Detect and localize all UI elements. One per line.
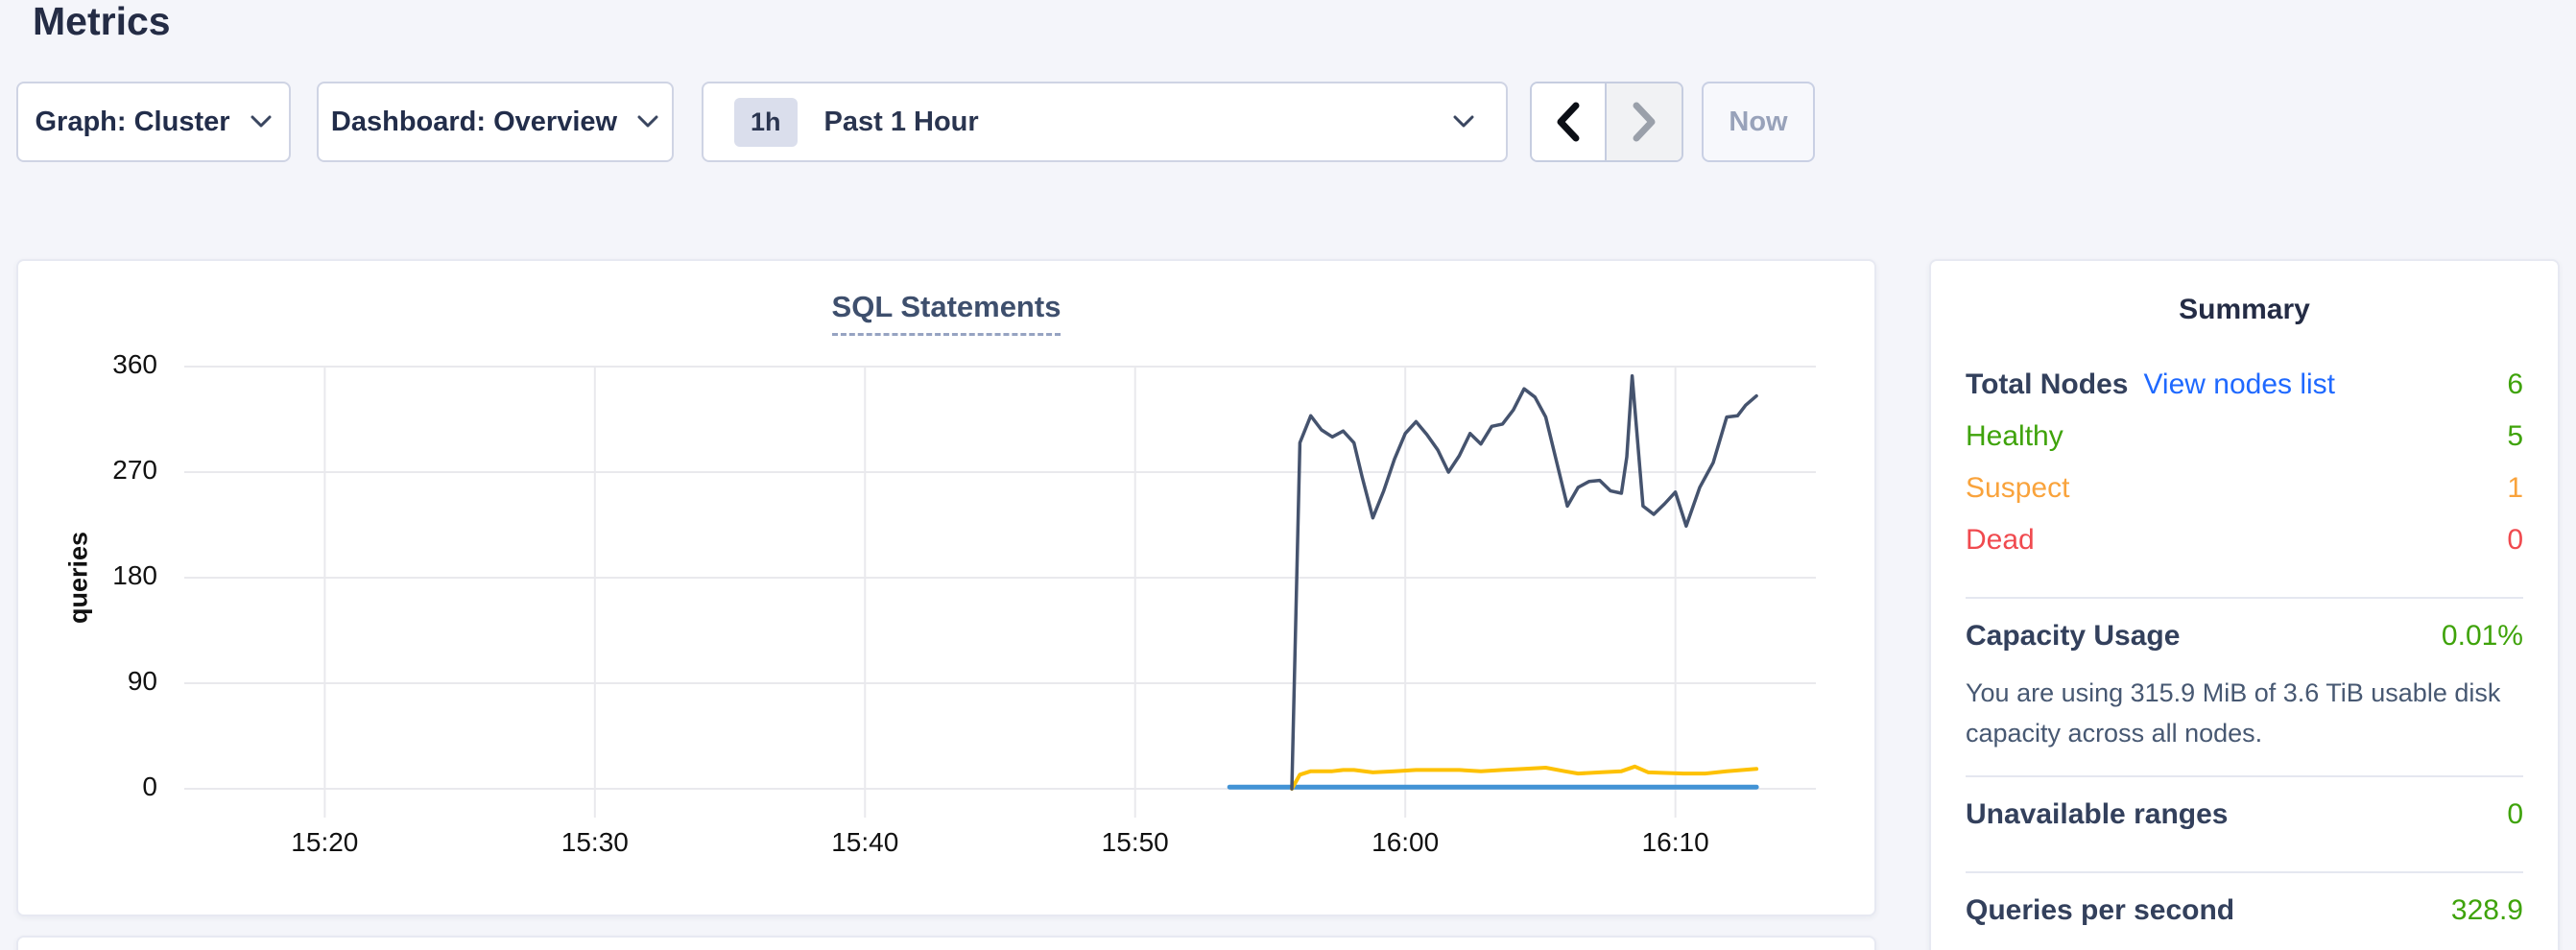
chevron-down-icon [1452, 114, 1475, 130]
suspect-value: 1 [2507, 472, 2523, 505]
queries-per-second-value: 328.9 [2451, 894, 2523, 927]
x-tick-label: 15:40 [807, 827, 922, 858]
x-tick-label: 15:20 [267, 827, 382, 858]
healthy-label: Healthy [1966, 420, 2063, 453]
chart-title-wrap: SQL Statements [18, 290, 1874, 336]
capacity-usage-row: Capacity Usage 0.01% [1966, 620, 2523, 672]
y-tick-label: 0 [71, 772, 157, 802]
x-tick-label: 16:10 [1618, 827, 1733, 858]
dead-value: 0 [2507, 524, 2523, 557]
chevron-down-icon [636, 114, 659, 130]
now-button-label: Now [1729, 107, 1787, 138]
unavailable-ranges-row: Unavailable ranges 0 [1966, 798, 2523, 850]
dashboard-dropdown[interactable]: Dashboard: Overview [317, 82, 674, 162]
healthy-value: 5 [2507, 420, 2523, 453]
summary-title: Summary [1966, 294, 2523, 326]
chevron-down-icon [250, 114, 273, 130]
x-tick-label: 15:50 [1078, 827, 1193, 858]
chart-line-dark [1292, 376, 1756, 789]
capacity-usage-value: 0.01% [2442, 620, 2523, 653]
total-nodes-value: 6 [2507, 368, 2523, 401]
dead-nodes-row: Dead 0 [1966, 524, 2523, 576]
chevron-right-icon [1632, 102, 1657, 142]
now-button[interactable]: Now [1702, 82, 1815, 162]
divider [1966, 871, 2523, 873]
total-nodes-label: Total Nodes [1966, 368, 2128, 401]
suspect-label: Suspect [1966, 472, 2069, 505]
chevron-left-icon [1556, 102, 1581, 142]
y-tick-label: 90 [71, 666, 157, 697]
divider [1966, 775, 2523, 777]
capacity-usage-description: You are using 315.9 MiB of 3.6 TiB usabl… [1966, 674, 2523, 754]
step-forward-button-disabled[interactable] [1607, 83, 1682, 160]
page-title: Metrics [33, 0, 171, 43]
y-tick-label: 360 [71, 349, 157, 380]
queries-per-second-label: Queries per second [1966, 894, 2234, 927]
next-chart-card [16, 936, 1876, 950]
y-tick-label: 270 [71, 455, 157, 486]
graph-dropdown[interactable]: Graph: Cluster [16, 82, 291, 162]
x-tick-label: 16:00 [1348, 827, 1463, 858]
healthy-nodes-row: Healthy 5 [1966, 420, 2523, 472]
summary-panel: Summary Total Nodes View nodes list 6 He… [1929, 259, 2560, 950]
suspect-nodes-row: Suspect 1 [1966, 472, 2523, 524]
capacity-usage-label: Capacity Usage [1966, 620, 2180, 653]
queries-per-second-row: Queries per second 328.9 [1966, 894, 2523, 946]
chart-plot-area[interactable]: queries 090180270360 15:2015:3015:4015:5… [184, 367, 1816, 789]
dead-label: Dead [1966, 524, 2035, 557]
sql-statements-chart-svg [184, 367, 1816, 825]
unavailable-ranges-value: 0 [2507, 798, 2523, 831]
time-range-badge: 1h [734, 98, 798, 147]
time-step-button-group [1530, 82, 1683, 162]
sql-statements-chart-card: SQL Statements queries 090180270360 15:2… [16, 259, 1876, 916]
step-back-button[interactable] [1532, 83, 1607, 160]
total-nodes-row: Total Nodes View nodes list 6 [1966, 368, 2523, 420]
dashboard-dropdown-label: Dashboard: Overview [331, 107, 617, 138]
time-range-label: Past 1 Hour [824, 107, 979, 138]
unavailable-ranges-label: Unavailable ranges [1966, 798, 2228, 831]
view-nodes-list-link[interactable]: View nodes list [2143, 368, 2335, 401]
graph-dropdown-label: Graph: Cluster [35, 107, 229, 138]
time-range-dropdown[interactable]: 1h Past 1 Hour [702, 82, 1508, 162]
chart-title[interactable]: SQL Statements [832, 290, 1061, 336]
x-tick-label: 15:30 [537, 827, 653, 858]
divider [1966, 597, 2523, 599]
y-tick-label: 180 [71, 560, 157, 591]
